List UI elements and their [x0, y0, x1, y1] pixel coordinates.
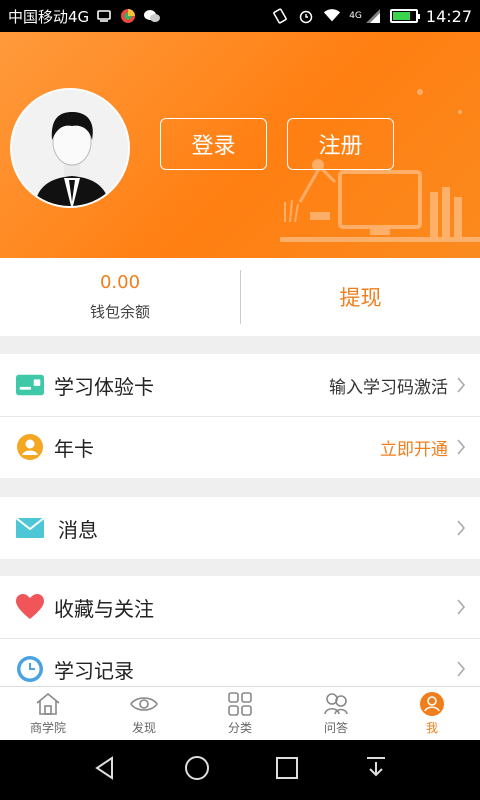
register-button[interactable]: 注册	[287, 118, 394, 170]
chevron-right-icon	[457, 520, 466, 536]
menu-row-favorites[interactable]: 收藏与关注	[0, 576, 480, 638]
recents-icon[interactable]	[275, 756, 299, 784]
notification-pull-icon[interactable]	[364, 755, 388, 785]
home-icon	[34, 691, 62, 717]
heart-icon	[16, 593, 44, 621]
withdraw-button[interactable]: 提现	[241, 258, 480, 336]
menu-group-library: 收藏与关注 学习记录	[0, 576, 480, 700]
network-badge: 4G	[349, 11, 362, 21]
back-icon[interactable]	[92, 755, 118, 785]
menu-label-messages: 消息	[58, 517, 98, 542]
mail-icon	[16, 514, 44, 542]
home-button-icon[interactable]	[183, 754, 211, 786]
tab-label: 我	[425, 721, 438, 735]
open-now-link[interactable]: 立即开通	[380, 435, 448, 460]
vibrate-icon	[271, 8, 289, 24]
grid-icon	[226, 691, 254, 717]
app-icon	[119, 8, 137, 24]
menu-row-messages[interactable]: 消息	[0, 497, 480, 559]
menu-label-favorites: 收藏与关注	[54, 596, 154, 621]
tab-discover[interactable]: 发现	[96, 687, 192, 740]
chevron-right-icon	[457, 599, 466, 615]
signal-icon	[364, 8, 382, 24]
wallet-panel: 0.00 钱包余额 提现	[0, 258, 480, 336]
eye-icon	[130, 691, 158, 717]
menu-label-annual-card: 年卡	[54, 436, 94, 461]
avatar[interactable]	[10, 88, 130, 208]
system-navigation-bar	[0, 740, 480, 800]
battery-icon	[389, 9, 420, 23]
login-button[interactable]: 登录	[160, 118, 267, 170]
activate-code-link[interactable]: 输入学习码激活	[329, 373, 448, 398]
profile-header: 登录 注册	[0, 32, 480, 258]
wechat-icon	[143, 8, 161, 24]
wifi-icon	[323, 8, 341, 24]
wallet-balance-value: 0.00	[99, 272, 141, 293]
bottom-tab-bar: 商学院 发现 分类 问答 我	[0, 686, 480, 740]
chevron-right-icon	[457, 661, 466, 677]
people-icon	[322, 691, 350, 717]
user-circle-icon	[16, 433, 44, 461]
menu-row-trial-card[interactable]: 学习体验卡 输入学习码激活	[0, 354, 480, 416]
card-icon	[16, 371, 44, 399]
menu-group-cards: 学习体验卡 输入学习码激活 年卡 立即开通	[0, 354, 480, 478]
tab-label: 商学院	[29, 721, 66, 735]
tab-category[interactable]: 分类	[192, 687, 288, 740]
menu-row-annual-card[interactable]: 年卡 立即开通	[0, 416, 480, 478]
tab-label: 问答	[323, 721, 348, 735]
user-icon	[418, 691, 446, 717]
menu-group-messages: 消息	[0, 497, 480, 559]
tab-qa[interactable]: 问答	[288, 687, 384, 740]
chevron-right-icon	[457, 439, 466, 455]
status-time: 14:27	[425, 6, 472, 26]
tab-label: 分类	[227, 721, 252, 735]
menu-label-history: 学习记录	[54, 658, 134, 683]
chevron-right-icon	[457, 377, 466, 393]
status-bar: 中国移动4G 4G 14:27	[0, 0, 480, 32]
carrier-label: 中国移动4G	[8, 7, 90, 26]
tab-label: 发现	[131, 721, 156, 735]
wallet-balance-section[interactable]: 0.00 钱包余额	[0, 258, 240, 336]
tab-business-school[interactable]: 商学院	[0, 687, 96, 740]
usb-icon	[95, 8, 113, 24]
alarm-icon	[297, 8, 315, 24]
wallet-balance-label: 钱包余额	[89, 303, 150, 321]
tab-me[interactable]: 我	[384, 687, 480, 740]
menu-label-trial-card: 学习体验卡	[54, 374, 154, 399]
clock-icon	[16, 655, 44, 683]
